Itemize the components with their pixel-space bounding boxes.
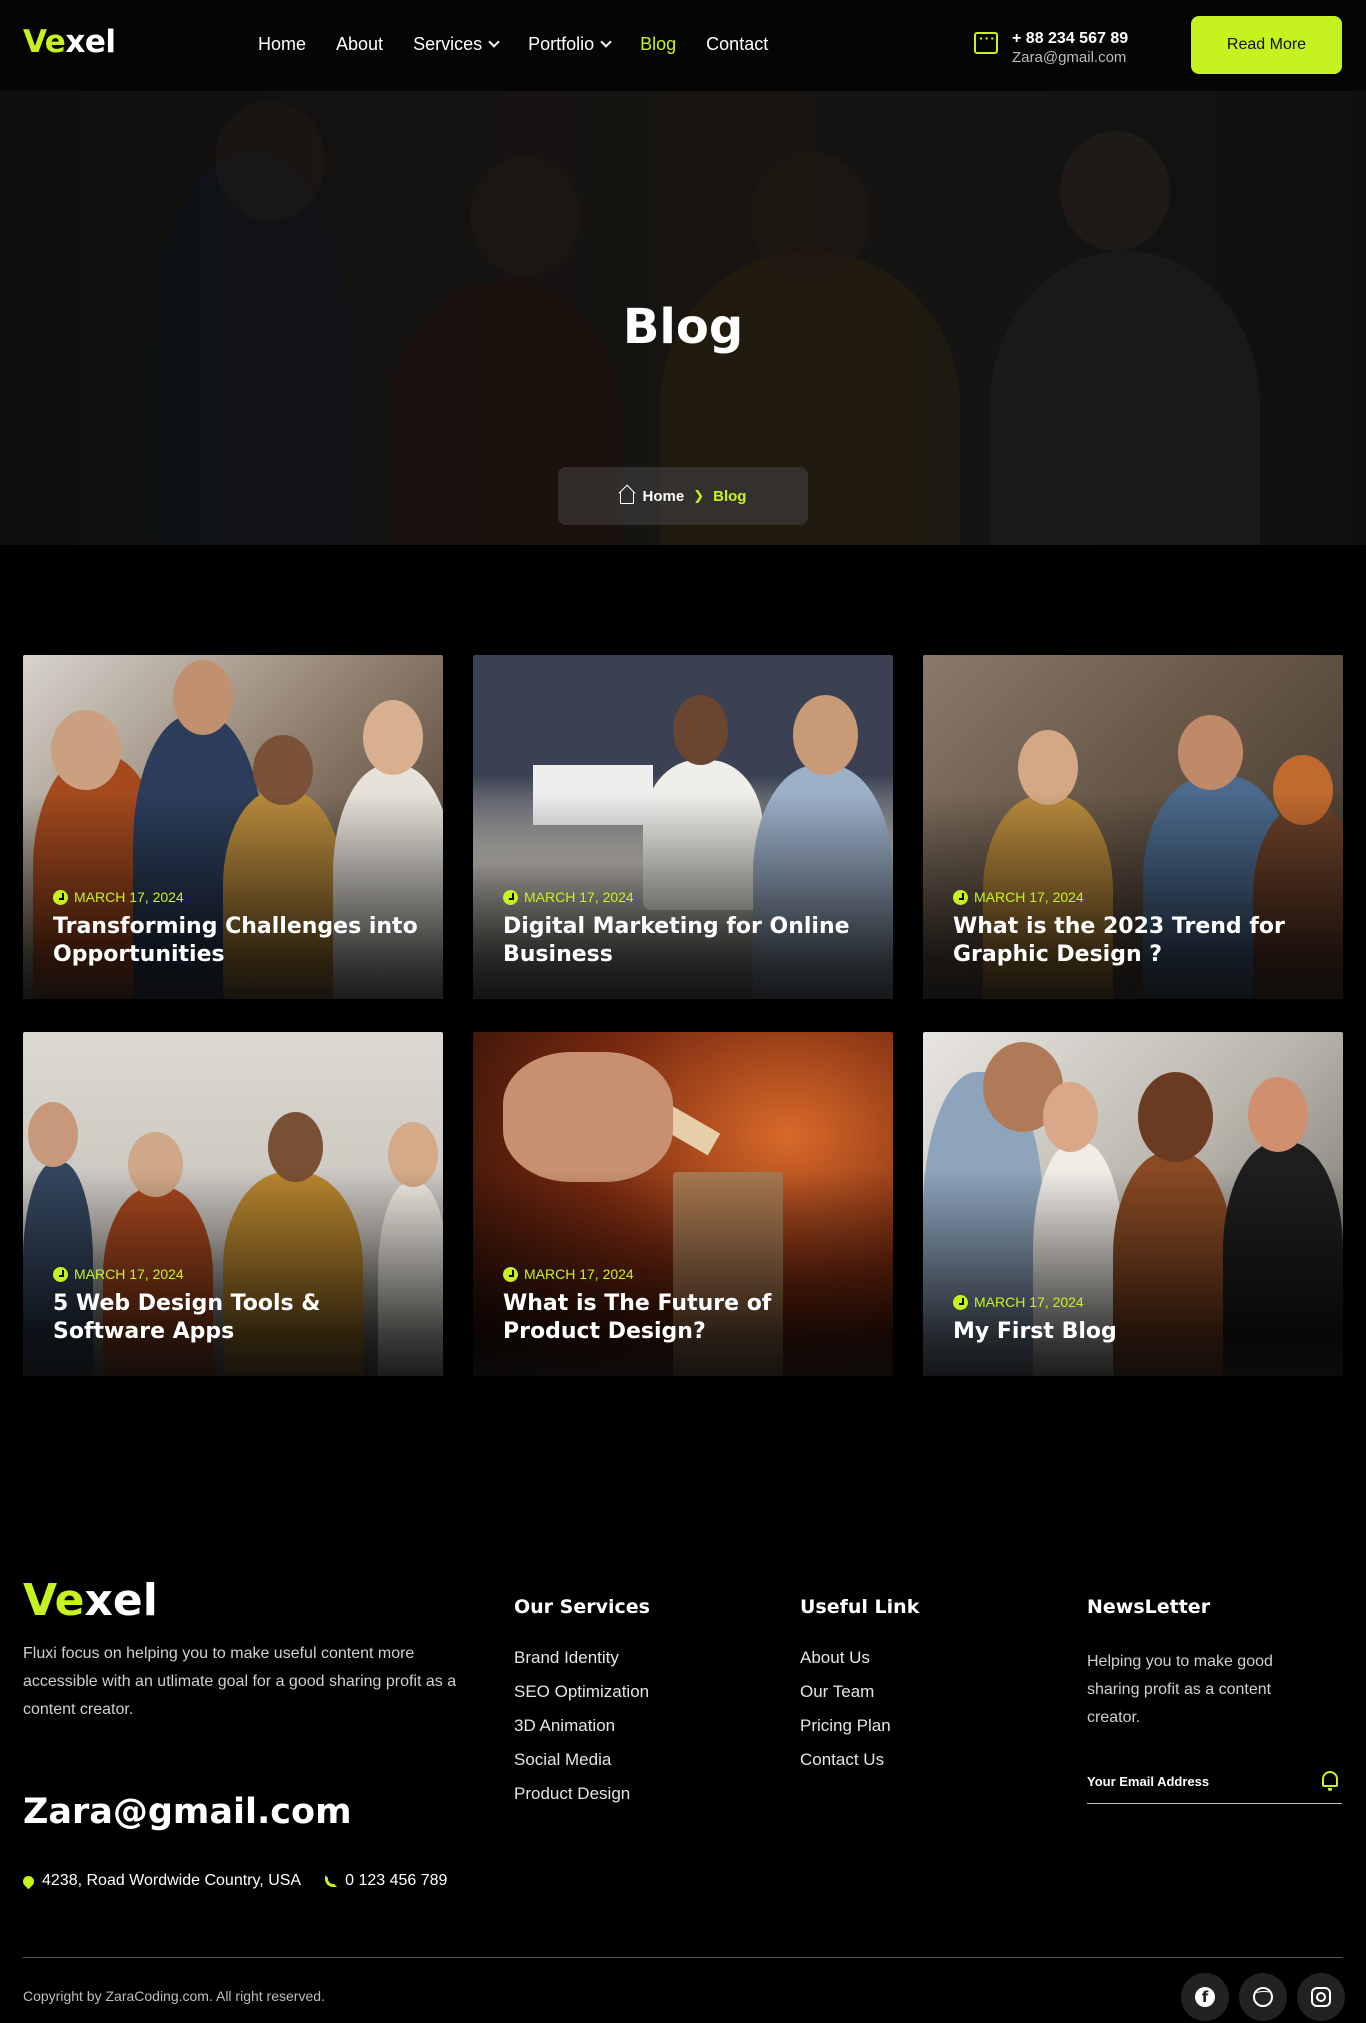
blog-date: MARCH 17, 2024 xyxy=(524,889,634,905)
chevron-down-icon xyxy=(600,36,612,48)
blog-card[interactable]: MARCH 17, 2024 5 Web Design Tools & Soft… xyxy=(23,1032,443,1376)
blog-title[interactable]: Digital Marketing for Online Business xyxy=(503,913,873,969)
footer-logo[interactable]: Vexel xyxy=(23,1575,158,1626)
newsletter-email-input[interactable] xyxy=(1087,1765,1297,1797)
blog-card[interactable]: MARCH 17, 2024 What is The Future of Pro… xyxy=(473,1032,893,1376)
dribbble-icon[interactable] xyxy=(1239,1973,1287,2021)
nav-label: Blog xyxy=(640,34,677,54)
footer-link[interactable]: Pricing Plan xyxy=(800,1716,919,1738)
blog-title[interactable]: Transforming Challenges into Opportuniti… xyxy=(53,913,423,969)
logo[interactable]: Vexel xyxy=(23,24,116,60)
footer-services: Our Services Brand Identity SEO Optimiza… xyxy=(514,1596,650,1818)
footer-address: 4238, Road Wordwide Country, USA xyxy=(42,1872,302,1889)
nav-label: Contact xyxy=(706,34,769,54)
blog-card[interactable]: MARCH 17, 2024 Transforming Challenges i… xyxy=(23,655,443,999)
chevron-right-icon: ❯ xyxy=(693,488,705,503)
page-title: Blog xyxy=(622,299,744,355)
nav-services[interactable]: Services xyxy=(413,34,500,55)
newsletter-heading: NewsLetter xyxy=(1087,1596,1211,1618)
blog-date: MARCH 17, 2024 xyxy=(974,1294,1084,1310)
chevron-down-icon xyxy=(488,36,500,48)
phone-icon xyxy=(325,1875,338,1887)
footer-link[interactable]: Contact Us xyxy=(800,1750,919,1772)
breadcrumb-home[interactable]: Home xyxy=(643,488,685,505)
blog-title[interactable]: My First Blog xyxy=(953,1318,1323,1346)
footer-contact-info: 4238, Road Wordwide Country, USA 0 123 4… xyxy=(20,1872,447,1890)
site-header: Vexel Home About Services Portfolio Blog… xyxy=(0,0,1366,91)
clock-icon xyxy=(503,1266,518,1282)
footer-link[interactable]: About Us xyxy=(800,1648,919,1670)
nav-portfolio[interactable]: Portfolio xyxy=(528,34,612,55)
footer-link[interactable]: Product Design xyxy=(514,1784,650,1806)
header-phone[interactable]: + 88 234 567 89 xyxy=(1012,30,1128,48)
blog-date: MARCH 17, 2024 xyxy=(524,1266,634,1282)
blog-title[interactable]: What is The Future of Product Design? xyxy=(503,1290,873,1346)
social-links: f xyxy=(1181,1973,1345,2021)
nav-label: Services xyxy=(413,34,483,54)
newsletter-text: Helping you to make good sharing profit … xyxy=(1087,1653,1273,1726)
nav-label: Portfolio xyxy=(528,34,595,54)
clock-icon xyxy=(53,1266,68,1282)
footer-phone[interactable]: 0 123 456 789 xyxy=(345,1872,447,1890)
blog-date: MARCH 17, 2024 xyxy=(74,889,184,905)
footer-email[interactable]: Zara@gmail.com xyxy=(23,1792,352,1832)
hero-banner: Blog Home ❯ Blog xyxy=(0,91,1366,545)
blog-date: MARCH 17, 2024 xyxy=(974,889,1084,905)
read-more-button[interactable]: Read More xyxy=(1191,16,1342,74)
clock-icon xyxy=(503,889,518,905)
facebook-glyph: f xyxy=(1195,1987,1215,2007)
newsletter-form xyxy=(1087,1762,1342,1804)
footer-links-heading: Useful Link xyxy=(800,1596,920,1618)
nav-home[interactable]: Home xyxy=(258,34,306,55)
instagram-icon[interactable] xyxy=(1297,1973,1345,2021)
blog-card[interactable]: MARCH 17, 2024 What is the 2023 Trend fo… xyxy=(923,655,1343,999)
header-email[interactable]: Zara@gmail.com xyxy=(1012,49,1128,66)
footer-description: Fluxi focus on helping you to make usefu… xyxy=(23,1645,457,1718)
main-nav: Home About Services Portfolio Blog Conta… xyxy=(258,34,768,55)
clock-icon xyxy=(53,889,68,905)
blog-card[interactable]: MARCH 17, 2024 My First Blog xyxy=(923,1032,1343,1376)
blog-title[interactable]: What is the 2023 Trend for Graphic Desig… xyxy=(953,913,1323,969)
bell-icon[interactable] xyxy=(1322,1771,1338,1791)
footer-link[interactable]: Social Media xyxy=(514,1750,650,1772)
nav-blog[interactable]: Blog xyxy=(640,34,676,55)
nav-about[interactable]: About xyxy=(336,34,383,55)
footer-useful-links: Useful Link About Us Our Team Pricing Pl… xyxy=(800,1596,919,1784)
logo-suffix: xel xyxy=(84,1575,158,1626)
blog-grid: MARCH 17, 2024 Transforming Challenges i… xyxy=(23,655,1343,1376)
header-contact: + 88 234 567 89 Zara@gmail.com xyxy=(974,30,1128,66)
blog-date: MARCH 17, 2024 xyxy=(74,1266,184,1282)
footer-divider xyxy=(23,1957,1343,1958)
footer-newsletter: NewsLetter Helping you to make good shar… xyxy=(1087,1596,1342,1804)
footer-link[interactable]: Brand Identity xyxy=(514,1648,650,1670)
logo-prefix: Ve xyxy=(23,1575,85,1626)
logo-prefix: Ve xyxy=(23,24,66,60)
home-icon xyxy=(619,492,634,504)
clock-icon xyxy=(953,889,968,905)
logo-suffix: xel xyxy=(65,24,116,60)
footer-link[interactable]: Our Team xyxy=(800,1682,919,1704)
footer-link[interactable]: 3D Animation xyxy=(514,1716,650,1738)
breadcrumb-current: Blog xyxy=(713,487,747,505)
blog-card[interactable]: MARCH 17, 2024 Digital Marketing for Onl… xyxy=(473,655,893,999)
clock-icon xyxy=(953,1294,968,1310)
facebook-icon[interactable]: f xyxy=(1181,1973,1229,2021)
footer-link[interactable]: SEO Optimization xyxy=(514,1682,650,1704)
blog-title[interactable]: 5 Web Design Tools & Software Apps xyxy=(53,1290,423,1346)
nav-label: Home xyxy=(258,34,307,54)
map-pin-icon xyxy=(20,1873,37,1889)
nav-contact[interactable]: Contact xyxy=(706,34,768,55)
copyright: Copyright by ZaraCoding.com. All right r… xyxy=(23,1988,325,2004)
nav-label: About xyxy=(336,34,384,54)
breadcrumb: Home ❯ Blog xyxy=(558,467,808,525)
chat-icon xyxy=(974,30,998,54)
footer-services-heading: Our Services xyxy=(514,1596,650,1618)
